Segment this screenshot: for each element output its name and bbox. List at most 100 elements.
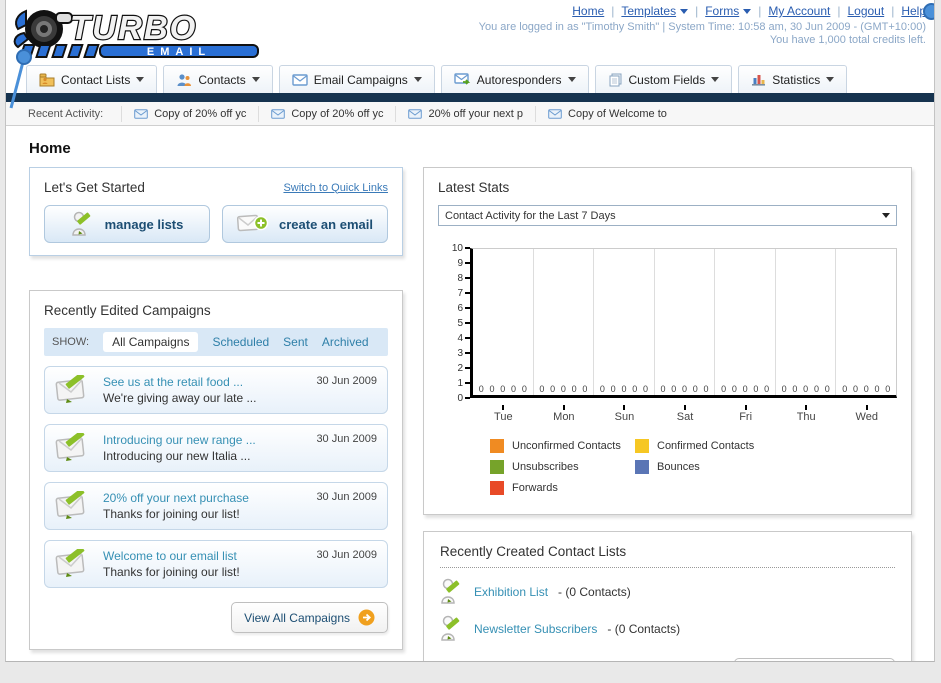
envelope-pencil-icon bbox=[55, 491, 85, 519]
legend-swatch-bounces bbox=[635, 460, 649, 474]
envelope-icon bbox=[134, 108, 149, 119]
pin-icon bbox=[923, 3, 934, 20]
tab-email-campaigns[interactable]: Email Campaigns bbox=[278, 65, 435, 93]
envelope-icon bbox=[292, 73, 308, 86]
see-all-contact-lists-button[interactable]: See All Contact Lists bbox=[733, 658, 895, 661]
chevron-down-icon bbox=[136, 77, 145, 82]
recent-activity-item[interactable]: Copy of 20% off yc bbox=[121, 105, 258, 122]
get-started-panel: Let's Get Started Switch to Quick Links … bbox=[29, 167, 403, 256]
campaign-title-link[interactable]: 20% off your next purchase bbox=[103, 491, 249, 505]
chart-plot: 00000000000000000000000000000000000 bbox=[470, 248, 897, 398]
envelope-pencil-icon bbox=[55, 433, 85, 461]
pin-pointer-icon bbox=[8, 48, 36, 115]
legend-item: Forwards bbox=[490, 481, 635, 495]
credits-text: You have 1,000 total credits left. bbox=[769, 34, 926, 46]
app-window: TURBO EMAIL Home | Templates | Forms | My A… bbox=[5, 0, 935, 662]
recent-activity-item[interactable]: Copy of 20% off yc bbox=[258, 105, 395, 122]
tab-autoresponders[interactable]: Autoresponders bbox=[440, 65, 589, 93]
top-nav: Home | Templates | Forms | My Account | Logo… bbox=[572, 4, 926, 18]
nav-link-logout[interactable]: Logout bbox=[847, 4, 884, 18]
person-pencil-icon bbox=[441, 615, 460, 641]
get-started-title: Let's Get Started bbox=[44, 180, 145, 195]
create-email-button[interactable]: create an email bbox=[222, 205, 388, 243]
contact-list-link[interactable]: Newsletter Subscribers bbox=[474, 622, 597, 636]
chevron-down-icon bbox=[413, 77, 422, 82]
login-status-text: You are logged in as "Timothy Smith" | S… bbox=[478, 21, 926, 33]
main-nav-tabs: Contact Lists Contacts Email Campaigns A… bbox=[6, 62, 934, 93]
folder-icon bbox=[39, 73, 55, 86]
filter-archived[interactable]: Archived bbox=[322, 335, 369, 349]
chevron-down-icon bbox=[711, 77, 720, 82]
campaign-filter-bar: SHOW: All Campaigns Scheduled Sent Archi… bbox=[44, 328, 388, 356]
tab-statistics[interactable]: Statistics bbox=[738, 65, 848, 93]
recent-activity-item[interactable]: 20% off your next p bbox=[395, 105, 535, 122]
filter-scheduled[interactable]: Scheduled bbox=[212, 335, 269, 349]
page-title: Home bbox=[29, 140, 71, 157]
legend-swatch-forwards bbox=[490, 481, 504, 495]
tab-contacts[interactable]: Contacts bbox=[163, 65, 273, 93]
legend-item: Unconfirmed Contacts bbox=[490, 439, 635, 453]
campaign-subtitle: Thanks for joining our list! bbox=[103, 565, 240, 579]
envelope-pencil-icon bbox=[55, 375, 85, 403]
person-pencil-icon bbox=[441, 578, 460, 604]
chevron-down-icon bbox=[680, 8, 689, 14]
chevron-down-icon bbox=[743, 8, 752, 14]
nav-link-templates[interactable]: Templates bbox=[621, 4, 689, 18]
campaign-title-link[interactable]: Introducing our new range ... bbox=[103, 433, 256, 447]
person-pencil-icon bbox=[71, 211, 90, 236]
chevron-down-icon bbox=[567, 77, 576, 82]
pages-icon bbox=[609, 73, 622, 86]
nav-link-forms[interactable]: Forms bbox=[705, 4, 752, 18]
tab-custom-fields[interactable]: Custom Fields bbox=[594, 65, 733, 93]
legend-item: Bounces bbox=[635, 460, 780, 474]
envelope-icon bbox=[548, 108, 562, 119]
arrow-right-icon bbox=[358, 609, 375, 626]
view-all-campaigns-button[interactable]: View All Campaigns bbox=[231, 602, 388, 633]
nav-link-home[interactable]: Home bbox=[572, 4, 604, 18]
campaign-row[interactable]: Introducing our new range ... Introducin… bbox=[44, 424, 388, 472]
svg-text:TURBO: TURBO bbox=[70, 9, 197, 46]
manage-lists-button[interactable]: manage lists bbox=[44, 205, 210, 243]
show-label: SHOW: bbox=[52, 336, 90, 348]
contact-list-row: Exhibition List - (0 Contacts) bbox=[440, 578, 895, 605]
chart-legend: Unconfirmed Contacts Confirmed Contacts … bbox=[438, 439, 897, 502]
chart-y-axis: 10 9 8 7 6 5 4 3 2 1 0 bbox=[444, 243, 470, 404]
contact-list-row: Newsletter Subscribers - (0 Contacts) bbox=[440, 615, 895, 642]
filter-all-campaigns[interactable]: All Campaigns bbox=[103, 332, 199, 352]
switch-quick-links-link[interactable]: Switch to Quick Links bbox=[283, 182, 388, 194]
campaign-subtitle: Thanks for joining our list! bbox=[103, 507, 240, 521]
header-right: Home | Templates | Forms | My Account | Logo… bbox=[479, 4, 926, 46]
nav-link-my-account[interactable]: My Account bbox=[768, 4, 830, 18]
recent-activity-label: Recent Activity: bbox=[28, 107, 104, 120]
autoresponder-icon bbox=[454, 73, 470, 85]
tab-contact-lists[interactable]: Contact Lists bbox=[26, 65, 158, 93]
filter-sent[interactable]: Sent bbox=[283, 335, 308, 349]
envelope-icon bbox=[271, 108, 286, 119]
logo-email-text: EMAIL bbox=[147, 46, 211, 58]
latest-stats-panel: Latest Stats Contact Activity for the La… bbox=[423, 167, 912, 515]
contact-list-link[interactable]: Exhibition List bbox=[474, 585, 548, 599]
recent-campaigns-panel: Recently Edited Campaigns SHOW: All Camp… bbox=[29, 290, 403, 650]
campaign-subtitle: Introducing our new Italia ... bbox=[103, 449, 251, 463]
header: TURBO EMAIL Home | Templates | Forms | My A… bbox=[6, 0, 934, 62]
chevron-down-icon bbox=[251, 77, 260, 82]
chevron-down-icon bbox=[826, 77, 835, 82]
campaign-row[interactable]: See us at the retail food ... We're givi… bbox=[44, 366, 388, 414]
legend-item: Confirmed Contacts bbox=[635, 439, 780, 453]
stats-report-dropdown[interactable]: Contact Activity for the Last 7 Days bbox=[438, 205, 897, 226]
campaign-title-link[interactable]: See us at the retail food ... bbox=[103, 375, 256, 389]
legend-swatch-confirmed bbox=[635, 439, 649, 453]
recent-activity-item[interactable]: Copy of Welcome to bbox=[535, 105, 679, 122]
campaign-date: 30 Jun 2009 bbox=[316, 549, 377, 561]
contacts-icon bbox=[177, 73, 192, 86]
campaign-subtitle: We're giving away our late ... bbox=[103, 391, 257, 405]
campaign-row[interactable]: 20% off your next purchase Thanks for jo… bbox=[44, 482, 388, 530]
contact-list-count: - (0 Contacts) bbox=[607, 621, 681, 636]
contact-activity-chart: 10 9 8 7 6 5 4 3 2 1 0 000000000000000000000000000… bbox=[438, 243, 897, 423]
envelope-plus-icon bbox=[237, 214, 269, 232]
campaign-row[interactable]: Welcome to our email list Thanks for joi… bbox=[44, 540, 388, 588]
campaign-date: 30 Jun 2009 bbox=[316, 491, 377, 503]
envelope-pencil-icon bbox=[55, 549, 85, 577]
turbo-email-logo: TURBO EMAIL bbox=[12, 3, 274, 62]
campaign-title-link[interactable]: Welcome to our email list bbox=[103, 549, 240, 563]
